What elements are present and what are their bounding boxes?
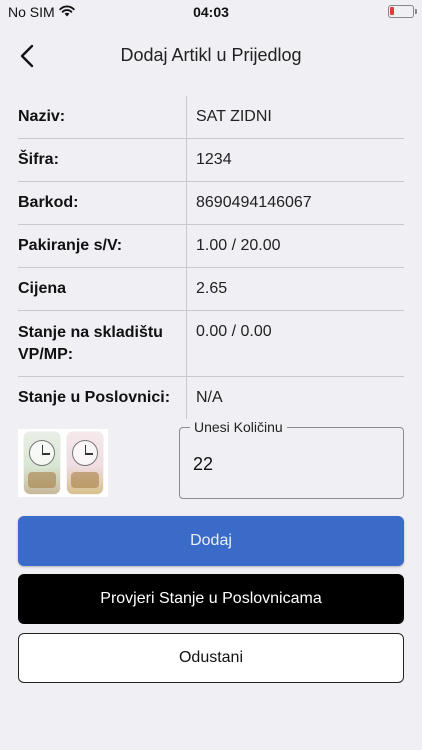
detail-label: Pakiranje s/V: — [18, 225, 187, 267]
clock-image-right — [66, 432, 103, 494]
page-title: Dodaj Artikl u Prijedlog — [120, 45, 302, 65]
detail-row-warehouse-stock: Stanje na skladištu VP/MP: 0.00 / 0.00 — [18, 311, 404, 377]
battery-icon — [388, 5, 417, 18]
detail-label: Naziv: — [18, 96, 187, 138]
detail-label: Šifra: — [18, 139, 187, 181]
detail-label: Barkod: — [18, 182, 187, 224]
detail-label: Cijena — [18, 268, 187, 310]
detail-value: SAT ZIDNI — [196, 108, 272, 125]
cancel-button[interactable]: Odustani — [18, 633, 404, 683]
detail-value: N/A — [196, 389, 223, 406]
add-button[interactable]: Dodaj — [18, 516, 404, 566]
status-bar: No SIM 04:03 — [0, 0, 422, 24]
quantity-label: Unesi Količinu — [190, 419, 287, 435]
detail-label: Stanje u Poslovnici: — [18, 377, 187, 419]
add-article-screen: No SIM 04:03 Dodaj Artikl u Prijedlog Na… — [0, 0, 422, 750]
clock-decoration — [70, 472, 99, 488]
product-image — [18, 429, 108, 497]
detail-row-barcode: Barkod: 8690494146067 — [18, 182, 404, 225]
detail-row-packaging: Pakiranje s/V: 1.00 / 20.00 — [18, 225, 404, 268]
check-branch-stock-button[interactable]: Provjeri Stanje u Poslovnicama — [18, 574, 404, 624]
detail-value: 1234 — [196, 151, 232, 168]
article-details-table: Naziv: SAT ZIDNI Šifra: 1234 Barkod: 869… — [18, 96, 404, 419]
quantity-input[interactable] — [193, 450, 383, 478]
clock-image-left — [23, 432, 60, 494]
clock-hand — [84, 453, 93, 455]
quantity-field[interactable]: Unesi Količinu — [179, 419, 404, 499]
battery-level — [390, 7, 394, 15]
detail-row-branch-stock: Stanje u Poslovnici: N/A — [18, 377, 404, 419]
detail-value: 2.65 — [196, 280, 228, 297]
detail-row-price: Cijena 2.65 — [18, 268, 404, 311]
nav-bar: Dodaj Artikl u Prijedlog — [0, 34, 422, 78]
clock-face — [71, 440, 98, 466]
clock-hand — [41, 453, 50, 455]
detail-row-name: Naziv: SAT ZIDNI — [18, 96, 404, 139]
detail-label: Stanje na skladištu VP/MP: — [18, 311, 187, 376]
status-right — [388, 5, 417, 18]
clock-decoration — [27, 472, 56, 488]
detail-row-code: Šifra: 1234 — [18, 139, 404, 182]
detail-value: 1.00 / 20.00 — [196, 237, 281, 254]
clock-face — [28, 440, 55, 466]
detail-value: 0.00 / 0.00 — [196, 323, 272, 340]
status-time: 04:03 — [193, 4, 229, 20]
detail-value: 8690494146067 — [196, 194, 312, 211]
